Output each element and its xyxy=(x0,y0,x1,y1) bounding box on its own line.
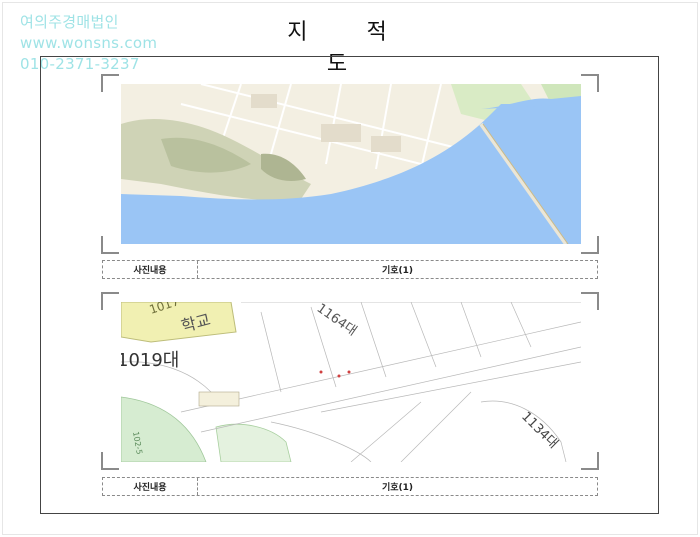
crop-mark xyxy=(581,74,599,92)
crop-mark xyxy=(101,74,119,92)
aerial-map-photo xyxy=(121,84,581,244)
crop-mark xyxy=(101,452,119,470)
crop-mark xyxy=(581,452,599,470)
caption-value: 기호(1) xyxy=(381,266,414,276)
cadastral-map-photo: 1017 학교 1164대 1019대 1134대 102-5 xyxy=(121,302,581,462)
watermark-company: 여의주경매법인 xyxy=(20,13,119,31)
crop-mark xyxy=(101,236,119,254)
watermark-website: www.wonsns.com xyxy=(20,34,158,52)
photo-caption: 사진내용 기호(1) xyxy=(102,477,598,496)
caption-value: 기호(1) xyxy=(381,483,414,493)
crop-mark xyxy=(581,236,599,254)
map-label-1019: 1019대 xyxy=(121,350,179,371)
crop-mark xyxy=(101,292,119,310)
photo-caption: 사진내용 기호(1) xyxy=(102,260,598,279)
crop-mark xyxy=(581,292,599,310)
caption-label: 사진내용 xyxy=(103,478,198,495)
caption-label: 사진내용 xyxy=(103,261,198,278)
